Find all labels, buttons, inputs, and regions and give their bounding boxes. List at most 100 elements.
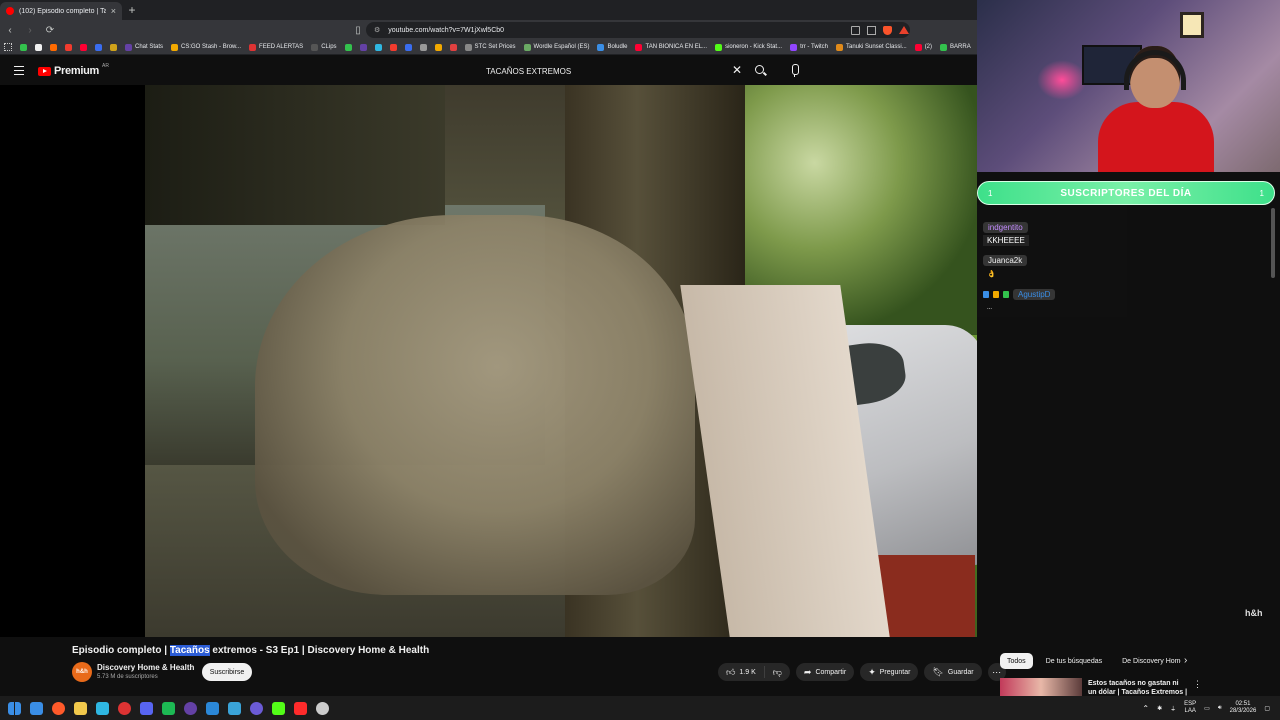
brave-rewards-icon[interactable] bbox=[899, 26, 909, 34]
taskbar-app-icon[interactable] bbox=[52, 701, 65, 715]
taskbar-app-icon[interactable] bbox=[316, 701, 329, 715]
tab-close-button[interactable]: × bbox=[111, 6, 116, 16]
brave-shield-icon[interactable] bbox=[883, 25, 892, 35]
chat-badge-icon bbox=[993, 291, 999, 298]
bookmark-item[interactable]: Chat Stats bbox=[125, 43, 164, 51]
chevron-up-icon[interactable]: ⌃ bbox=[1142, 704, 1149, 713]
bookmark-item[interactable]: Tanuki Sunset Classi... bbox=[835, 43, 907, 51]
youtube-logo[interactable]: Premium AR bbox=[38, 63, 109, 77]
bookmark-item[interactable]: BARRA bbox=[940, 43, 971, 51]
chevron-right-icon[interactable]: › bbox=[1184, 655, 1187, 666]
language-indicator[interactable]: ESP LAA bbox=[1184, 701, 1196, 715]
bookmark-item[interactable]: sioneron - Kick Stat... bbox=[715, 43, 782, 51]
bookmark-icon[interactable]: ▯ bbox=[352, 25, 364, 36]
bookmark-item[interactable]: (2) bbox=[914, 43, 933, 51]
channel-avatar[interactable]: h&h bbox=[72, 662, 92, 682]
share-button[interactable]: ➦ Compartir bbox=[795, 663, 855, 681]
bookmark-item[interactable] bbox=[344, 43, 352, 51]
dislike-button[interactable]: 👎︎ bbox=[765, 667, 790, 677]
share-page-icon[interactable] bbox=[867, 25, 876, 35]
taskbar-app-icon[interactable] bbox=[206, 701, 219, 715]
subs-count-left: 1 bbox=[988, 188, 993, 198]
bookmark-item[interactable]: trr - Twitch bbox=[790, 43, 828, 51]
notifications-icon[interactable]: ▢ bbox=[1264, 705, 1270, 712]
recommended-menu-icon[interactable]: ⋮ bbox=[1193, 679, 1202, 690]
back-icon[interactable]: ‹ bbox=[4, 25, 16, 36]
browser-tab-active[interactable]: (102) Episodio completo | Tacañ × bbox=[0, 2, 122, 20]
windows-start-icon[interactable] bbox=[8, 701, 21, 715]
bookmark-item[interactable] bbox=[50, 43, 57, 51]
volume-icon[interactable]: 🔊︎ bbox=[1218, 705, 1222, 712]
tab-title: (102) Episodio completo | Tacañ bbox=[19, 7, 106, 15]
clock[interactable]: 02:51 28/3/2026 bbox=[1230, 701, 1257, 715]
chip-from-searches[interactable]: De tus búsquedas bbox=[1039, 653, 1109, 669]
bookmark-item[interactable] bbox=[35, 43, 42, 51]
video-frame bbox=[145, 85, 977, 637]
save-button[interactable]: 🔖︎ Guardar bbox=[924, 663, 982, 681]
bookmark-item[interactable] bbox=[419, 43, 427, 51]
bookmark-item[interactable] bbox=[95, 43, 102, 51]
forward-icon[interactable]: › bbox=[24, 25, 36, 36]
channel-name[interactable]: Discovery Home & Health bbox=[97, 663, 194, 672]
taskbar-app-icon[interactable] bbox=[140, 701, 153, 715]
bookmark-item[interactable] bbox=[449, 43, 457, 51]
bookmark-item[interactable]: STC Set Prices bbox=[464, 43, 516, 51]
microphone-icon[interactable] bbox=[786, 62, 804, 80]
taskbar-app-icon[interactable] bbox=[228, 701, 241, 715]
bookmark-label: (2) bbox=[924, 44, 933, 50]
bookmark-item[interactable] bbox=[65, 43, 72, 51]
usb-icon[interactable]: ⏚ bbox=[1170, 704, 1176, 713]
bookmark-label: Chat Stats bbox=[135, 44, 164, 50]
bookmark-item[interactable] bbox=[434, 43, 442, 51]
taskbar-app-icon[interactable] bbox=[184, 701, 197, 715]
search-input[interactable]: TACAÑOS EXTREMOS bbox=[476, 62, 748, 80]
taskbar-app-icon[interactable] bbox=[294, 701, 307, 715]
bookmark-item[interactable] bbox=[374, 43, 382, 51]
install-app-icon[interactable] bbox=[851, 25, 860, 35]
taskbar-app-icon[interactable] bbox=[118, 701, 131, 715]
bookmark-item[interactable] bbox=[404, 43, 412, 51]
menu-icon[interactable] bbox=[14, 66, 24, 75]
ask-button[interactable]: ✦ Preguntar bbox=[860, 663, 919, 681]
like-button[interactable]: 👍︎ 1.9 K bbox=[718, 666, 765, 678]
address-bar[interactable]: ⚙ youtube.com/watch?v=7W1jXwl5Cb0 bbox=[366, 22, 910, 38]
taskbar-app-icon[interactable] bbox=[250, 701, 263, 715]
bluetooth-icon[interactable]: ✱ bbox=[1157, 705, 1162, 712]
bookmark-item[interactable]: Boludle bbox=[597, 43, 627, 51]
network-icon[interactable]: ▭ bbox=[1204, 705, 1210, 712]
recommended-thumbnail[interactable] bbox=[1000, 678, 1082, 696]
bookmark-item[interactable]: CS:GO Stash - Brow... bbox=[171, 43, 241, 51]
new-tab-button[interactable]: + bbox=[122, 3, 142, 17]
bookmark-item[interactable] bbox=[389, 43, 397, 51]
taskbar-app-icon[interactable] bbox=[96, 701, 109, 715]
reload-icon[interactable]: ⟳ bbox=[44, 25, 56, 36]
video-player[interactable] bbox=[0, 85, 977, 637]
bookmark-favicon-icon bbox=[419, 43, 427, 51]
chat-scrollbar[interactable] bbox=[1271, 208, 1275, 278]
taskbar-app-icon[interactable] bbox=[74, 701, 87, 715]
bookmark-item[interactable]: Wordle Español (ES) bbox=[523, 43, 590, 51]
video-title-part: extremos - S3 Ep1 | Discovery Home & Hea… bbox=[209, 645, 430, 656]
bookmark-item[interactable] bbox=[110, 43, 117, 51]
taskbar-app-icon[interactable] bbox=[30, 701, 43, 715]
bookmark-label: Wordle Español (ES) bbox=[533, 44, 590, 50]
video-title-part: Episodio completo | bbox=[72, 645, 170, 656]
subscribe-button[interactable]: Suscribirse bbox=[202, 663, 252, 681]
bookmark-item[interactable]: TAN BIONICA EN EL... bbox=[635, 43, 707, 51]
clear-search-button[interactable]: ✕ bbox=[732, 63, 742, 77]
bookmark-item[interactable] bbox=[80, 43, 87, 51]
bookmark-item[interactable] bbox=[20, 43, 27, 51]
ask-label: Preguntar bbox=[879, 668, 911, 676]
taskbar-app-icon[interactable] bbox=[162, 701, 175, 715]
apps-grid-icon[interactable] bbox=[4, 43, 12, 51]
chip-all[interactable]: Todos bbox=[1000, 653, 1033, 669]
search-icon[interactable] bbox=[752, 63, 770, 79]
site-info-icon[interactable]: ⚙ bbox=[374, 26, 380, 34]
chip-from-channel[interactable]: De Discovery Home bbox=[1115, 653, 1181, 669]
bookmark-item[interactable]: FEED ALERTAS bbox=[249, 43, 303, 51]
bookmark-item[interactable] bbox=[359, 43, 367, 51]
logo-region: AR bbox=[101, 63, 109, 69]
taskbar-app-icon[interactable] bbox=[272, 701, 285, 715]
bookmark-item[interactable]: CLips bbox=[311, 43, 337, 51]
recommended-title[interactable]: Estos tacaños no gastan ni un dólar | Ta… bbox=[1088, 679, 1188, 696]
